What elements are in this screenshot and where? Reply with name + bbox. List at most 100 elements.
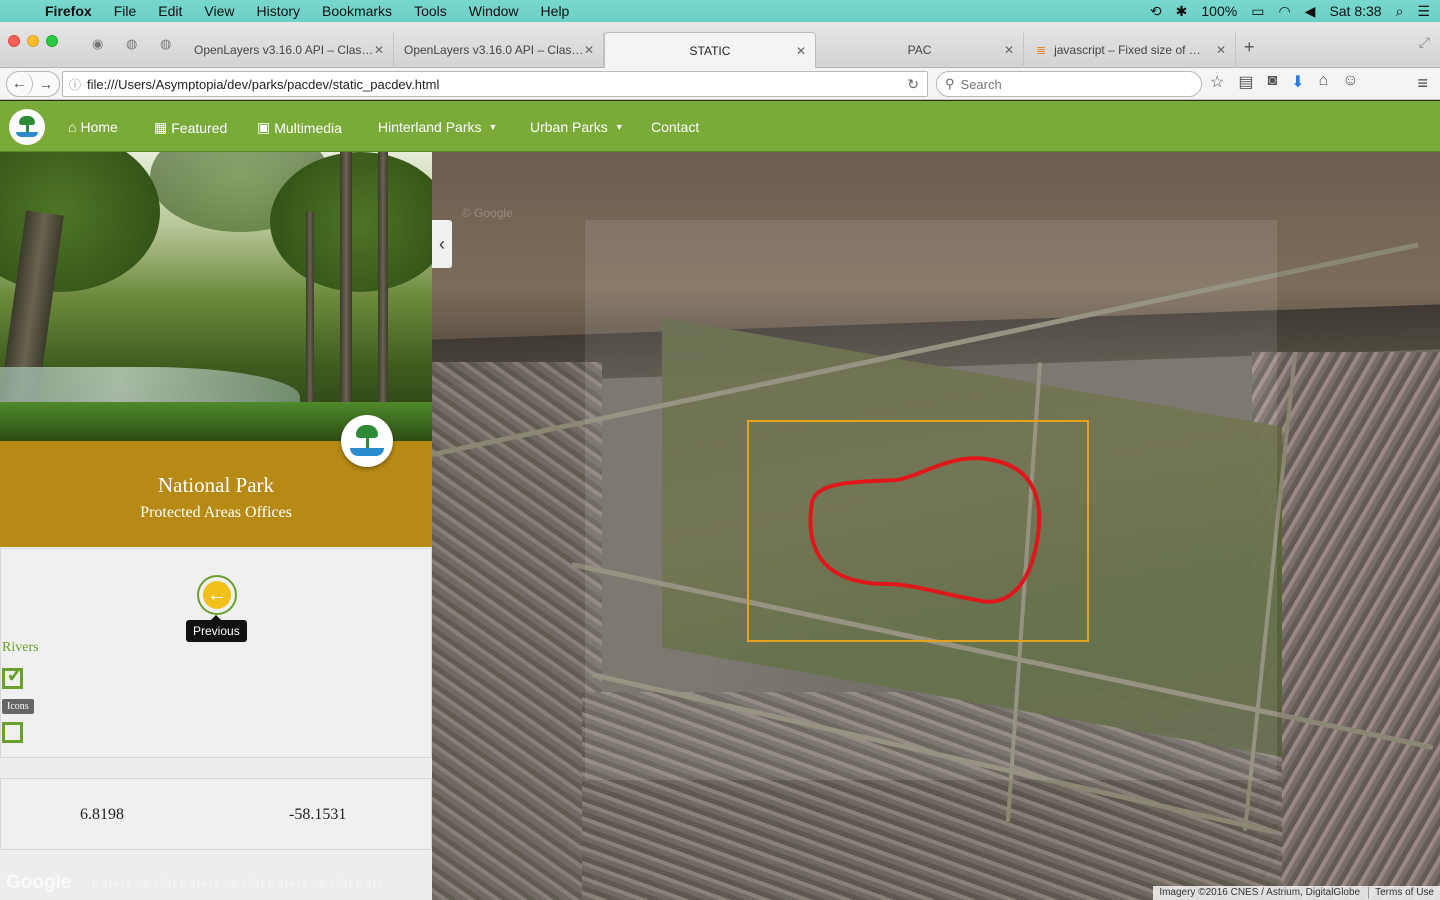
search-input[interactable]: ⚲ Search [936, 71, 1202, 97]
tab-pac[interactable]: PAC ✕ [816, 32, 1024, 68]
nav-urban-label: Urban Parks [530, 119, 608, 135]
nav-multimedia-label: Multimedia [274, 119, 342, 136]
nav-home-label: Home [80, 119, 118, 135]
minimize-window-button[interactable] [27, 35, 39, 47]
tab-stackoverflow[interactable]: ≣ javascript – Fixed size of … ✕ [1026, 32, 1236, 68]
collapse-sidebar-button[interactable]: ‹ [432, 220, 452, 268]
tab-openlayers-2[interactable]: OpenLayers v3.16.0 API – Clas… ✕ [394, 32, 604, 68]
back-forward-group: ← → [6, 71, 60, 97]
nav-featured[interactable]: ▦ Featured [154, 119, 227, 136]
tab-openlayers-1[interactable]: OpenLayers v3.16.0 API – Clas… ✕ [184, 32, 394, 68]
picture-icon: ▣ [257, 119, 271, 135]
stackoverflow-icon: ≣ [1036, 43, 1047, 57]
previous-button[interactable]: ← [197, 575, 237, 615]
new-tab-button[interactable]: + [1244, 37, 1255, 58]
forward-button[interactable]: → [33, 76, 59, 92]
menu-edit[interactable]: Edit [147, 3, 193, 19]
browser-tabbar: ◉ ◍ ◍ OpenLayers v3.16.0 API – Clas… ✕ O… [0, 22, 1440, 68]
rivers-checkbox[interactable] [2, 662, 24, 689]
site-info-icon[interactable]: ⓘ [63, 76, 87, 93]
map-attribution: Imagery ©2016 CNES / Astrium, DigitalGlo… [1153, 886, 1440, 900]
url-bar[interactable]: ⓘ file:///Users/Asymptopia/dev/parks/pac… [62, 71, 928, 97]
park-subtitle: Protected Areas Offices [140, 504, 292, 521]
site-logo[interactable] [9, 109, 45, 145]
close-window-button[interactable] [8, 35, 20, 47]
clock[interactable]: Sat 8:38 [1329, 3, 1381, 19]
menu-help[interactable]: Help [530, 3, 581, 19]
menu-view[interactable]: View [193, 3, 245, 19]
download-icon[interactable]: ⬇ [1291, 72, 1304, 92]
rivers-label: Rivers [2, 640, 39, 655]
pinned-tab-globe-icon[interactable]: ◍ [126, 36, 137, 52]
reading-list-icon[interactable]: ▤ [1238, 72, 1253, 92]
menu-tools[interactable]: Tools [403, 3, 458, 19]
longitude-value: -58.1531 [289, 806, 347, 823]
tree-logo-icon [15, 115, 39, 139]
nav-urban-parks[interactable]: Urban Parks ▼ [530, 119, 624, 135]
menu-history[interactable]: History [245, 3, 311, 19]
nav-contact[interactable]: Contact [651, 119, 699, 135]
volume-icon[interactable]: ◀ [1305, 3, 1316, 20]
pinned-tab-globe-icon[interactable]: ◍ [160, 36, 171, 52]
hamburger-menu-icon[interactable]: ≡ [1417, 73, 1428, 94]
terms-of-use-link[interactable]: Terms of Use [1368, 887, 1434, 899]
nav-contact-label: Contact [651, 119, 700, 135]
icons-checkbox[interactable] [2, 722, 23, 743]
hello-chat-icon[interactable]: ☺ [1342, 72, 1358, 92]
park-sidebar: National Park Protected Areas Offices ← … [0, 152, 432, 900]
reload-icon[interactable]: ↻ [907, 76, 919, 93]
close-tab-icon[interactable]: ✕ [584, 43, 594, 57]
google-logo: Google [6, 872, 72, 893]
home-icon[interactable]: ⌂ [1319, 72, 1329, 92]
back-button[interactable]: ← [7, 71, 33, 97]
url-text: file:///Users/Asymptopia/dev/parks/pacde… [87, 76, 440, 92]
latitude-value: 6.8198 [80, 806, 124, 823]
nav-home[interactable]: ⌂ Home [68, 119, 118, 135]
tab-label: PAC [907, 43, 932, 57]
nav-hinterland-parks[interactable]: Hinterland Parks ▼ [378, 119, 497, 135]
zoom-window-button[interactable] [46, 35, 58, 47]
park-logo-badge [341, 415, 393, 467]
bookmark-star-icon[interactable]: ☆ [1210, 72, 1224, 92]
battery-icon[interactable]: ▭ [1251, 3, 1264, 20]
fullscreen-icon[interactable]: ⤢ [1419, 34, 1430, 51]
home-icon: ⌂ [68, 119, 77, 135]
pocket-icon[interactable]: ◙ [1267, 72, 1277, 92]
coordinates-box: 6.8198 -58.1531 [0, 778, 432, 850]
nav-hinterland-label: Hinterland Parks [378, 119, 482, 135]
battery-percent: 100% [1201, 3, 1238, 19]
close-tab-icon[interactable]: ✕ [1216, 43, 1226, 57]
pinned-tab-zotero-icon[interactable]: ◉ [92, 36, 103, 52]
close-tab-icon[interactable]: ✕ [1004, 43, 1014, 57]
window-controls [8, 35, 58, 47]
bluetooth-icon[interactable]: ✱ [1176, 3, 1188, 20]
menu-file[interactable]: File [103, 3, 148, 19]
search-placeholder: Search [960, 76, 1002, 92]
nav-multimedia[interactable]: ▣ Multimedia [257, 119, 342, 136]
tree-logo-icon [348, 422, 386, 460]
site-header: ⌂ Home ▦ Featured ▣ Multimedia Hinterlan… [0, 101, 1440, 152]
close-tab-icon[interactable]: ✕ [796, 44, 806, 58]
nav-featured-label: Featured [171, 119, 228, 136]
search-icon: ⚲ [945, 76, 955, 91]
previous-tooltip: Previous [186, 615, 247, 642]
wifi-icon[interactable]: ◠ [1278, 3, 1290, 20]
attribution-text: Imagery ©2016 CNES / Astrium, DigitalGlo… [1159, 887, 1361, 898]
macos-menubar: Firefox File Edit View History Bookmarks… [0, 0, 1440, 22]
satellite-map[interactable]: © Google ‹ Imagery ©2016 CNES / Astrium,… [432, 152, 1440, 900]
close-tab-icon[interactable]: ✕ [374, 43, 384, 57]
menu-firefox[interactable]: Firefox [34, 3, 103, 19]
menu-window[interactable]: Window [458, 3, 530, 19]
park-hero-image [0, 152, 432, 441]
menu-bookmarks[interactable]: Bookmarks [311, 3, 403, 19]
arrow-left-icon: ← [203, 581, 231, 609]
tab-label: javascript – Fixed size of … [1054, 43, 1201, 57]
film-icon: ▦ [154, 119, 168, 135]
time-machine-icon[interactable]: ⟲ [1150, 3, 1162, 20]
tab-label: OpenLayers v3.16.0 API – Clas… [194, 43, 374, 57]
spotlight-icon[interactable]: ⌕ [1396, 3, 1404, 20]
notification-center-icon[interactable]: ☰ [1417, 3, 1430, 20]
browser-navbar: ← → ⓘ file:///Users/Asymptopia/dev/parks… [0, 68, 1440, 100]
status-area: ⟲ ✱ 100% ▭ ◠ ◀ Sat 8:38 ⌕ ☰ [1150, 0, 1430, 22]
tab-static[interactable]: STATIC ✕ [604, 32, 816, 68]
